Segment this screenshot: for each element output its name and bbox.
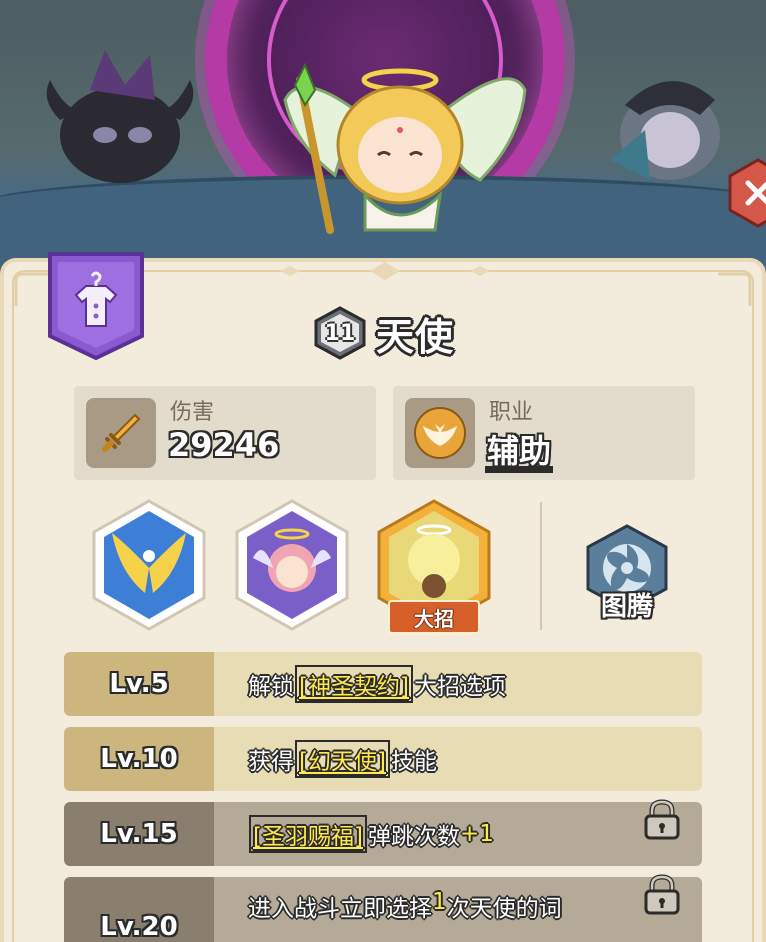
damage-stat-card: 伤害 29246 <box>74 386 376 480</box>
totem-label: 图腾 <box>600 592 653 622</box>
level-row: Lv.20 进入战斗立即选择 1 次天使的词 <box>64 877 702 942</box>
class-label: 职业 <box>489 400 534 425</box>
level-badge: Lv.10 <box>64 727 214 791</box>
lock-icon <box>644 874 680 915</box>
class-value[interactable]: 辅助 <box>487 426 551 472</box>
level-badge: Lv.15 <box>64 802 214 866</box>
class-stat-card[interactable]: 职业 辅助 <box>393 386 695 480</box>
fan-hero-icon[interactable] <box>590 60 740 190</box>
level-description: 获得 [幻天使] 技能 <box>214 727 702 791</box>
skill-keyword-link[interactable]: [幻天使] <box>295 740 390 778</box>
level-row: Lv.5 解锁 [神圣契约] 大招选项 <box>64 652 702 716</box>
close-icon[interactable] <box>728 158 766 228</box>
skill-keyword-link[interactable]: [神圣契约] <box>295 665 413 703</box>
hero-title-row: 11 天使 <box>0 300 766 366</box>
shadow-hero-icon[interactable] <box>30 40 210 190</box>
panel-ornament <box>250 262 520 280</box>
skills-divider <box>540 502 542 630</box>
skill-keyword-link[interactable]: [圣羽赐福] <box>249 815 367 853</box>
level-description: [圣羽赐福] 弹跳次数 +1 <box>214 802 702 866</box>
skill-golden-wings-icon[interactable] <box>90 498 208 632</box>
skill-illusion-angel-icon[interactable] <box>233 498 351 632</box>
lock-icon <box>644 799 680 840</box>
class-emblem-icon <box>405 398 475 468</box>
level-row: Lv.10 获得 [幻天使] 技能 <box>64 727 702 791</box>
sword-icon <box>86 398 156 468</box>
level-description: 解锁 [神圣契约] 大招选项 <box>214 652 702 716</box>
level-row: Lv.15 [圣羽赐福] 弹跳次数 +1 <box>64 802 702 866</box>
hero-level-badge: 11 <box>312 305 368 361</box>
damage-label: 伤害 <box>170 400 215 425</box>
angel-hero-icon[interactable] <box>270 50 530 240</box>
level-badge: Lv.5 <box>64 652 214 716</box>
ultimate-tag: 大招 <box>388 600 480 634</box>
level-description: 进入战斗立即选择 1 次天使的词 <box>248 889 562 922</box>
hero-name: 天使 <box>375 314 454 359</box>
hero-level-value: 11 <box>324 320 356 346</box>
level-badge: Lv.20 <box>64 877 214 942</box>
damage-value: 29246 <box>168 426 280 464</box>
hero-scene <box>0 0 766 270</box>
